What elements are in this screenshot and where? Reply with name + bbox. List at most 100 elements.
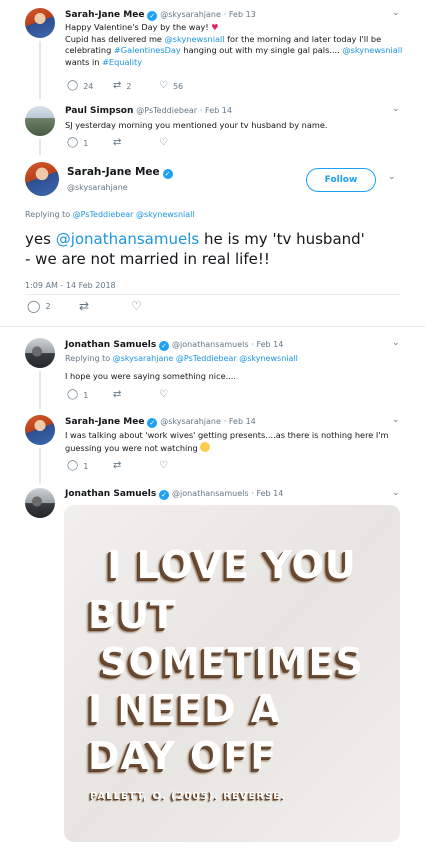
chevron-down-icon[interactable]: ⌄ [388,172,396,182]
avatar[interactable] [25,488,55,518]
tweet-text: yes @jonathansamuels he is my 'tv husban… [25,230,365,268]
thread-line [39,41,41,99]
tweet-time[interactable]: · Feb 13 [224,10,256,19]
author-handle[interactable]: @jonathansamuels [172,340,249,349]
tweet-text: SJ yesterday morning you mentioned your … [65,120,328,130]
reply-button[interactable]: ◯ 2 [27,299,79,313]
reply-button[interactable]: ◯ 1 [67,461,113,471]
mention-link[interactable]: @skysarahjane @PsTeddiebear @skynewsnial… [113,354,298,363]
tweet-text: Happy Valentine's Day by the way! ♥ Cupi… [65,22,403,67]
author-name[interactable]: Sarah-Jane Mee [65,417,144,427]
tweet-media-image[interactable]: I LOVE YOU BUT SOMETIMES I NEED A DAY OF… [64,505,400,842]
thread-line [39,371,41,409]
heart-icon: ♡ [159,80,168,91]
verified-badge-icon: ✓ [147,418,158,428]
tweet-time[interactable]: · Feb 14 [251,489,283,498]
tweet-actions: ◯ 1 ⇄ ♡ [67,138,205,148]
like-button[interactable]: ♡ [131,300,183,312]
media-text-line: SOMETIMES [100,640,364,684]
chevron-down-icon[interactable]: ⌄ [392,338,400,348]
hashtag-link[interactable]: #GalentinesDay [114,45,181,55]
reply-count: 24 [83,81,94,91]
author-handle[interactable]: @PsTeddiebear [136,106,197,115]
retweet-button[interactable]: ⇄ [113,461,159,471]
media-text-line: BUT [88,593,177,637]
avatar[interactable] [25,162,59,196]
verified-badge-icon: ✓ [162,169,173,179]
like-button[interactable]: ♡ [159,461,205,471]
divider [25,294,400,295]
tweet-actions: ◯ 2 ⇄ ♡ [27,299,183,313]
tweet-text: I was talking about 'work wives' getting… [65,430,389,453]
retweet-icon: ⇄ [113,460,122,471]
tweet-time[interactable]: · Feb 14 [251,340,283,349]
mention-link[interactable]: @skynewsniall [136,210,195,219]
chevron-down-icon[interactable]: ⌄ [392,104,400,114]
author-name[interactable]: Sarah-Jane Mee [65,10,144,20]
reply-icon: ◯ [67,137,79,148]
retweet-button[interactable]: ⇄ [79,299,131,313]
media-text-line: DAY OFF [88,734,278,778]
divider [0,326,425,327]
reply-icon: ◯ [27,299,41,313]
like-button[interactable]: ♡ [159,138,205,148]
author-handle[interactable]: @jonathansamuels [172,489,249,498]
mention-link[interactable]: @skynewsniall [165,34,225,44]
reply-count: 1 [83,138,89,148]
retweet-button[interactable]: ⇄ [113,390,159,400]
tweet-time[interactable]: · Feb 14 [224,417,256,426]
media-text-line: I NEED A [88,687,282,731]
retweet-count: 2 [126,81,132,91]
replying-to: Replying to @skysarahjane @PsTeddiebear … [65,354,298,363]
like-count: 56 [172,81,184,91]
author-handle[interactable]: @skysarahjane [160,10,221,19]
retweet-button[interactable]: ⇄ [113,138,159,148]
heart-icon: ♡ [159,389,168,400]
author-name[interactable]: Sarah-Jane Mee [67,166,160,178]
avatar[interactable] [25,8,55,38]
author-handle[interactable]: @skysarahjane [67,183,128,192]
tweet-timestamp[interactable]: 1:09 AM - 14 Feb 2018 [25,281,116,290]
avatar[interactable] [25,415,55,445]
hashtag-link[interactable]: #Equality [102,57,142,67]
author-handle[interactable]: @skysarahjane [160,417,221,426]
heart-icon: ♡ [159,137,168,148]
chevron-down-icon[interactable]: ⌄ [392,415,400,425]
thread-line [39,448,41,484]
mention-link[interactable]: @jonathansamuels [56,230,199,248]
reply-button[interactable]: ◯ 1 [67,138,113,148]
tweet-actions: ◯ 24 ⇄ 2 ♡ 56 [67,81,205,91]
follow-button[interactable]: Follow [306,168,376,192]
reply-icon: ◯ [67,80,79,91]
mention-link[interactable]: @skynewsniall [342,45,402,55]
like-button[interactable]: ♡ 56 [159,81,205,91]
retweet-icon: ⇄ [113,137,122,148]
heart-icon: ♡ [159,460,168,471]
retweet-icon: ⇄ [113,389,122,400]
replying-to: Replying to @PsTeddiebear @skynewsniall [25,210,195,219]
tweet-actions: ◯ 1 ⇄ ♡ [67,461,205,471]
tweet-actions: ◯ 1 ⇄ ♡ [67,390,205,400]
like-button[interactable]: ♡ [159,390,205,400]
author-name[interactable]: Paul Simpson [65,106,133,116]
author-name[interactable]: Jonathan Samuels [65,489,156,499]
chevron-down-icon[interactable]: ⌄ [392,8,400,18]
avatar[interactable] [25,106,55,136]
reply-button[interactable]: ◯ 24 [67,81,113,91]
tweet-time[interactable]: · Feb 14 [200,106,232,115]
verified-badge-icon: ✓ [159,341,170,351]
verified-badge-icon: ✓ [147,11,158,21]
reply-count: 2 [45,301,51,311]
mention-link[interactable]: @PsTeddiebear [73,210,134,219]
chevron-down-icon[interactable]: ⌄ [392,488,400,498]
media-citation: PALLETT, O. (2005). REVERSE. [90,791,286,802]
retweet-icon: ⇄ [79,299,90,313]
smile-emoji-icon [200,441,211,452]
reply-count: 1 [83,461,89,471]
author-name[interactable]: Jonathan Samuels [65,340,156,350]
avatar[interactable] [25,338,55,368]
reply-button[interactable]: ◯ 1 [67,390,113,400]
retweet-button[interactable]: ⇄ 2 [113,81,159,91]
verified-badge-icon: ✓ [159,490,170,500]
thread-line [39,139,41,155]
